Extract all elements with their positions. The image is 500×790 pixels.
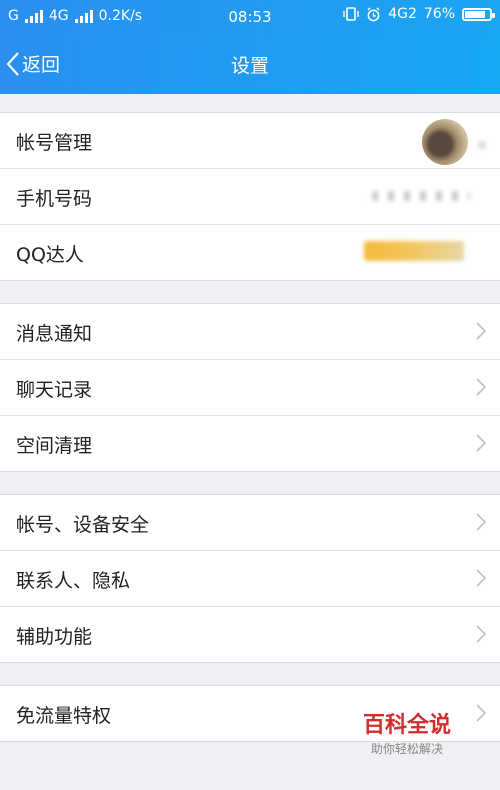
settings-item-qq-expert[interactable]: QQ达人 — [0, 225, 500, 280]
settings-item-label: 联系人、隐私 — [16, 570, 131, 592]
chevron-right-icon — [478, 141, 486, 149]
vibrate-icon — [343, 7, 359, 21]
settings-group-messages: 消息通知 聊天记录 空间清理 — [0, 303, 500, 472]
chevron-right-icon — [476, 434, 486, 452]
settings-item-label: 手机号码 — [16, 188, 93, 210]
settings-item-label: 消息通知 — [16, 323, 93, 345]
settings-group-account: 帐号管理 手机号码 QQ达人 — [0, 112, 500, 281]
watermark-title: 百科全说 — [362, 713, 451, 738]
settings-item-label: 帐号、设备安全 — [16, 514, 150, 536]
settings-item-label: 空间清理 — [16, 435, 93, 457]
alarm-icon — [367, 6, 380, 21]
settings-item-label: 免流量特权 — [16, 705, 112, 727]
settings-item-notifications[interactable]: 消息通知 — [0, 304, 500, 360]
battery-percent: 76% — [423, 6, 455, 22]
chevron-right-icon — [476, 378, 486, 396]
settings-item-account-management[interactable]: 帐号管理 — [0, 113, 500, 169]
chevron-right-icon — [476, 569, 486, 587]
settings-item-label: QQ达人 — [16, 244, 84, 266]
settings-item-contacts-privacy[interactable]: 联系人、隐私 — [0, 551, 500, 607]
settings-group-security: 帐号、设备安全 联系人、隐私 辅助功能 — [0, 494, 500, 663]
settings-item-accessibility[interactable]: 辅助功能 — [0, 607, 500, 662]
chevron-right-icon — [476, 625, 486, 643]
status-bar: G 4G 0.2K/s 08:53 4G2 76% — [0, 0, 500, 34]
settings-item-label: 聊天记录 — [16, 379, 93, 401]
settings-item-chat-history[interactable]: 聊天记录 — [0, 360, 500, 416]
network-4g2-label: 4G2 — [388, 6, 417, 22]
watermark-subtitle: 助你轻松解决 — [370, 742, 443, 756]
phone-number-redacted — [372, 191, 470, 201]
settings-item-phone-number[interactable]: 手机号码 — [0, 169, 500, 225]
avatar — [422, 119, 468, 165]
chevron-right-icon — [476, 322, 486, 340]
chevron-right-icon — [476, 513, 486, 531]
watermark: 百科全说 助你轻松解决 — [348, 714, 466, 757]
settings-item-storage-cleanup[interactable]: 空间清理 — [0, 416, 500, 471]
nav-bar: 返回 设置 — [0, 34, 500, 94]
page-title: 设置 — [230, 55, 269, 77]
settings-item-label: 帐号管理 — [16, 132, 93, 154]
battery-icon — [462, 7, 495, 21]
settings-item-label: 辅助功能 — [16, 626, 93, 648]
settings-item-account-device-security[interactable]: 帐号、设备安全 — [0, 495, 500, 551]
qq-expert-badge-redacted — [364, 241, 464, 261]
chevron-right-icon — [476, 704, 486, 722]
